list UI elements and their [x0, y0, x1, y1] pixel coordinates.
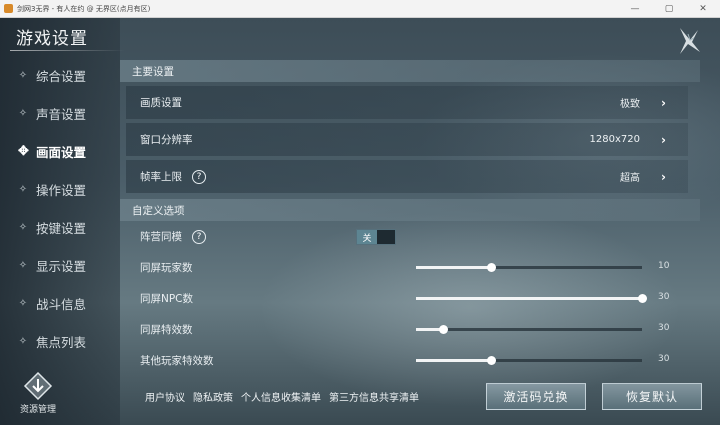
framerate-cap-row[interactable]: 帧率上限 ? 超高 ›	[126, 160, 688, 193]
sidebar-item-sound[interactable]: ✧ 声音设置	[0, 94, 120, 132]
sparkle-icon: ✥	[18, 143, 29, 159]
slider-fill	[416, 359, 491, 362]
sidebar-item-graphics[interactable]: ✥ 画面设置	[0, 132, 120, 170]
row-label: 同屏特效数	[140, 324, 193, 336]
row-value: 1280x720	[589, 134, 640, 145]
settings-content: 主要设置 画质设置 极致 › 窗口分辨率 1280x720 › 帧率上限 ? 超…	[120, 60, 700, 374]
slider-row: 同屏玩家数 10	[126, 252, 688, 283]
resource-manager-icon	[23, 371, 53, 401]
resource-manager-label: 资源管理	[19, 405, 56, 415]
sidebar-item-controls[interactable]: ✧ 操作设置	[0, 170, 120, 208]
npc-count-slider[interactable]	[416, 294, 647, 303]
sidebar-item-label: 战斗信息	[36, 296, 87, 312]
sidebar-item-label: 操作设置	[36, 182, 87, 198]
sparkle-icon: ✧	[18, 259, 28, 271]
other-player-effects-slider[interactable]	[416, 356, 642, 365]
maximize-button[interactable]: ▢	[652, 0, 686, 18]
row-label: 同屏NPC数	[140, 293, 194, 305]
sparkle-icon: ✧	[18, 297, 28, 309]
minimize-button[interactable]: —	[618, 0, 652, 18]
camp-same-model-toggle[interactable]: 关	[356, 229, 396, 245]
row-label: 窗口分辨率	[140, 134, 193, 146]
sidebar-item-label: 按键设置	[36, 220, 87, 236]
slider-row: 同屏特效数 30	[126, 314, 688, 345]
slider-thumb[interactable]	[439, 325, 449, 334]
chevron-right-icon[interactable]: ›	[661, 96, 666, 110]
sparkle-icon: ✧	[18, 69, 28, 81]
sparkle-icon: ✧	[18, 335, 28, 347]
slider-fill	[416, 297, 642, 300]
sidebar-item-label: 画面设置	[36, 144, 87, 160]
personal-info-list-link[interactable]: 个人信息收集清单	[241, 389, 321, 404]
close-settings-icon[interactable]	[676, 26, 702, 56]
row-value: 极致	[620, 99, 640, 110]
row-label: 帧率上限	[140, 171, 182, 183]
sidebar-item-label: 综合设置	[36, 68, 87, 84]
window-title: 剑网3无界 - 有人在约 @ 无界区(点月有区)	[17, 4, 151, 13]
slider-value: 10	[658, 261, 670, 271]
slider-value: 30	[658, 323, 670, 333]
row-value: 超高	[620, 173, 640, 184]
slider-row: 同屏NPC数 30	[126, 283, 688, 314]
row-label: 其他玩家特效数	[140, 355, 214, 367]
sidebar-item-label: 显示设置	[36, 258, 87, 274]
camp-same-model-row: 阵营同模 ? 关	[126, 221, 688, 252]
sidebar-item-label: 声音设置	[36, 106, 87, 122]
sidebar-item-label: 焦点列表	[36, 334, 87, 350]
resource-manager-button[interactable]: 资源管理	[14, 371, 62, 417]
quality-setting-row[interactable]: 画质设置 极致 ›	[126, 86, 688, 119]
chevron-right-icon[interactable]: ›	[661, 133, 666, 147]
row-label: 画质设置	[140, 97, 182, 109]
effects-count-slider[interactable]	[416, 325, 642, 334]
sidebar-item-keybinds[interactable]: ✧ 按键设置	[0, 208, 120, 246]
page-title: 游戏设置	[16, 29, 88, 49]
third-party-sharing-link[interactable]: 第三方信息共享清单	[329, 389, 419, 404]
window-controls: — ▢ ✕	[618, 0, 720, 18]
footer-links: 用户协议 隐私政策 个人信息收集清单 第三方信息共享清单	[145, 389, 419, 404]
app-icon	[4, 4, 13, 13]
section-main-settings: 主要设置	[120, 60, 700, 82]
sidebar-item-display[interactable]: ✧ 显示设置	[0, 246, 120, 284]
sidebar-item-combat-info[interactable]: ✧ 战斗信息	[0, 284, 120, 322]
resolution-row[interactable]: 窗口分辨率 1280x720 ›	[126, 123, 688, 156]
privacy-policy-link[interactable]: 隐私政策	[193, 389, 233, 404]
slider-value: 30	[658, 292, 670, 302]
user-agreement-link[interactable]: 用户协议	[145, 389, 185, 404]
title-divider	[10, 50, 125, 51]
sparkle-icon: ✧	[18, 221, 28, 233]
sidebar-item-focus-list[interactable]: ✧ 焦点列表	[0, 322, 120, 360]
toggle-state: 关	[357, 230, 377, 244]
sidebar-item-general[interactable]: ✧ 综合设置	[0, 56, 120, 94]
activate-code-button[interactable]: 激活码兑换	[486, 383, 586, 410]
player-count-slider[interactable]	[416, 263, 642, 272]
sparkle-icon: ✧	[18, 183, 28, 195]
sparkle-icon: ✧	[18, 107, 28, 119]
window-titlebar: 剑网3无界 - 有人在约 @ 无界区(点月有区) — ▢ ✕	[0, 0, 720, 18]
help-icon[interactable]: ?	[192, 229, 206, 244]
section-custom-options: 自定义选项	[120, 199, 700, 221]
slider-fill	[416, 266, 491, 269]
help-icon[interactable]: ?	[192, 169, 206, 184]
settings-sidebar: ✧ 综合设置 ✧ 声音设置 ✥ 画面设置 ✧ 操作设置 ✧ 按键设置 ✧ 显示设…	[0, 56, 120, 360]
row-label: 阵营同模	[140, 231, 182, 243]
game-settings-screen: 游戏设置 ✧ 综合设置 ✧ 声音设置 ✥ 画面设置 ✧ 操作设置 ✧ 按键设置 …	[0, 18, 720, 425]
slider-value: 30	[658, 354, 670, 364]
row-label: 同屏玩家数	[140, 262, 193, 274]
slider-row: 其他玩家特效数 30	[126, 345, 688, 374]
slider-thumb[interactable]	[486, 263, 496, 272]
slider-thumb[interactable]	[638, 294, 647, 303]
chevron-right-icon[interactable]: ›	[661, 170, 666, 184]
slider-thumb[interactable]	[486, 356, 496, 365]
close-button[interactable]: ✕	[686, 0, 720, 18]
reset-default-button[interactable]: 恢复默认	[602, 383, 702, 410]
